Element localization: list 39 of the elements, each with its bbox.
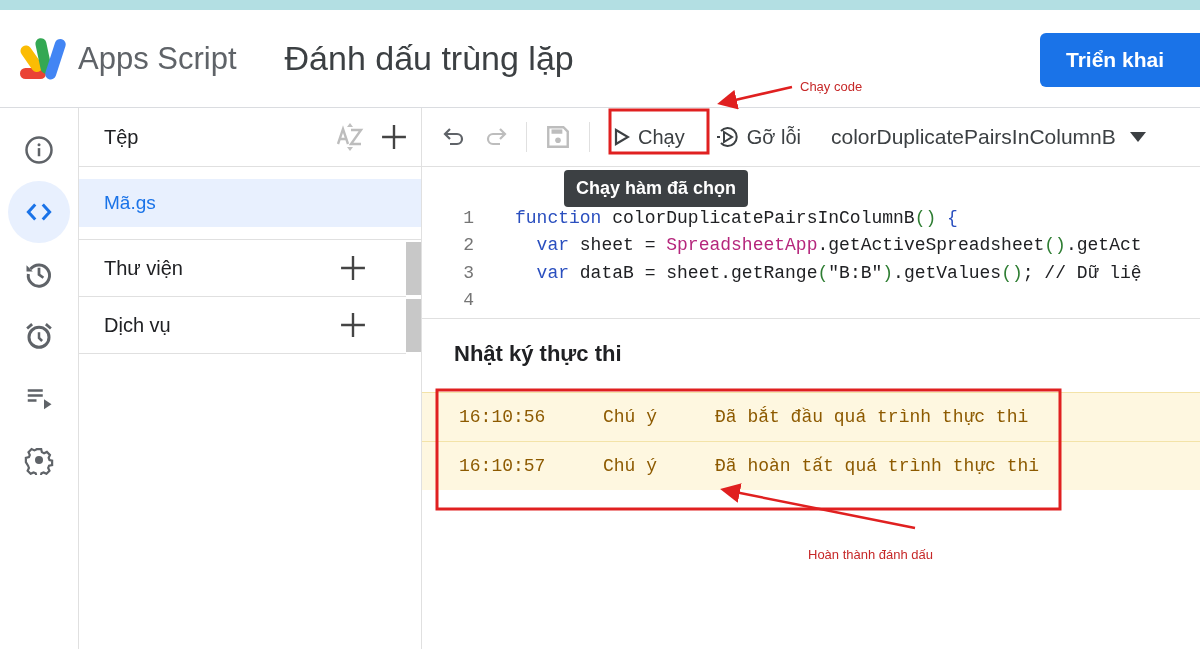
scrollbar[interactable]	[406, 299, 421, 352]
project-title[interactable]: Đánh dấu trùng lặp	[284, 39, 1040, 78]
log-title: Nhật ký thực thi	[453, 341, 623, 367]
tooltip: Chạy hàm đã chọn	[564, 170, 749, 207]
caret-icon	[1129, 132, 1146, 142]
log-message: Đã hoàn tất quá trình thực thi	[715, 456, 1040, 476]
debug-button[interactable]: Gỡ lỗi	[708, 117, 807, 157]
alarm-clock-icon	[24, 321, 54, 351]
log-time: 16:10:57	[459, 456, 547, 476]
annotation-label: Chạy code	[800, 79, 863, 94]
code-line: var sheet = SpreadsheetApp.getActiveSpreadsheet().getAct	[535, 235, 1142, 256]
line-number: 1	[462, 207, 474, 228]
line-number: 2	[462, 235, 474, 256]
function-select[interactable]: colorDuplicatePairsInColumnB	[830, 125, 1146, 149]
scrollbar[interactable]	[406, 242, 421, 295]
code-line: var dataB = sheet.getRange("B:B").getValues(); // Dữ liệ	[535, 262, 1142, 283]
line-number: 3	[462, 262, 474, 283]
add-file-icon[interactable]	[381, 124, 407, 150]
info-icon	[24, 135, 54, 165]
settings-icon	[24, 445, 54, 475]
log-message: Đã bắt đầu quá trình thực thi	[715, 407, 1029, 427]
play-icon	[614, 128, 630, 146]
annotation-label: Hoàn thành đánh dấu	[808, 547, 934, 562]
section-label: Dịch vụ	[104, 313, 171, 337]
run-button[interactable]: Chạy	[608, 117, 691, 157]
add-icon[interactable]	[340, 255, 366, 281]
apps-script-logo	[18, 35, 68, 82]
log-time: 16:10:56	[459, 407, 547, 427]
log-level: Chú ý	[603, 456, 658, 476]
app-name: Apps Script	[78, 40, 237, 77]
deploy-button[interactable]: Triển khai	[1040, 32, 1200, 87]
code-line: function colorDuplicatePairsInColumnB() {	[515, 207, 958, 228]
file-item[interactable]: Mã.gs	[79, 179, 421, 227]
add-icon[interactable]	[340, 312, 366, 338]
files-heading: Tệp	[104, 125, 140, 149]
log-level: Chú ý	[603, 407, 658, 427]
line-number: 4	[462, 290, 474, 311]
debug-icon	[714, 125, 739, 149]
section-label: Thư viện	[104, 256, 183, 280]
